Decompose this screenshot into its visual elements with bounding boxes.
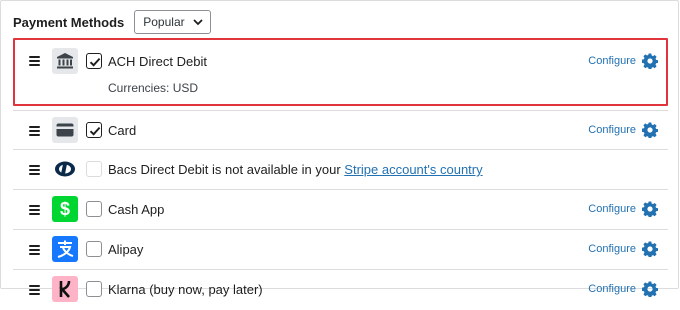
gear-icon (642, 281, 658, 297)
configure-label: Configure (588, 203, 636, 215)
drag-handle-icon[interactable] (29, 165, 40, 175)
chevron-down-icon (192, 19, 203, 26)
payment-method-row-card: Card Configure (13, 110, 668, 150)
drag-handle-icon[interactable] (29, 205, 40, 215)
klarna-configure-button[interactable]: Configure (588, 281, 658, 297)
cash-app-icon: $ (52, 196, 78, 222)
svg-text:$: $ (60, 199, 70, 219)
alipay-configure-button[interactable]: Configure (588, 241, 658, 257)
gear-icon (642, 122, 658, 138)
payment-method-row-cash-app: $ Cash App Configure (13, 190, 668, 230)
card-configure-button[interactable]: Configure (588, 122, 658, 138)
payment-method-row-alipay: Alipay Configure (13, 230, 668, 270)
configure-label: Configure (588, 283, 636, 295)
klarna-checkbox[interactable] (86, 281, 102, 297)
gear-icon (642, 53, 658, 69)
configure-label: Configure (588, 55, 636, 67)
card-icon (52, 117, 78, 143)
bacs-checkbox[interactable] (86, 161, 102, 177)
stripe-country-link[interactable]: Stripe account's country (344, 162, 482, 177)
filter-select-value: Popular (143, 15, 185, 29)
bacs-unavailable-text: Bacs Direct Debit is not available in yo… (108, 162, 341, 177)
payment-methods-header: Payment Methods Popular (13, 9, 211, 35)
gear-icon (642, 241, 658, 257)
alipay-checkbox[interactable] (86, 241, 102, 257)
bacs-icon (52, 156, 78, 182)
alipay-label: Alipay (108, 242, 144, 257)
bacs-label: Bacs Direct Debit is not available in yo… (108, 162, 483, 177)
ach-checkbox[interactable] (86, 53, 102, 69)
gear-icon (642, 201, 658, 217)
card-checkbox[interactable] (86, 122, 102, 138)
filter-select[interactable]: Popular (134, 10, 211, 34)
checkmark-icon (89, 126, 101, 136)
configure-label: Configure (588, 243, 636, 255)
payment-methods-list: ACH Direct Debit Currencies: USD Configu… (13, 38, 668, 310)
card-label: Card (108, 123, 137, 138)
ach-currencies: Currencies: USD (108, 81, 199, 95)
page-title: Payment Methods (13, 14, 125, 30)
cash-app-label: Cash App (108, 202, 165, 217)
drag-handle-icon[interactable] (29, 245, 40, 255)
bank-icon (52, 48, 78, 74)
cash-app-configure-button[interactable]: Configure (588, 201, 658, 217)
checkmark-icon (89, 57, 101, 67)
klarna-icon (52, 276, 78, 302)
payment-method-row-bacs: Bacs Direct Debit is not available in yo… (13, 150, 668, 190)
drag-handle-icon[interactable] (29, 285, 40, 295)
highlight-outline (13, 38, 668, 106)
alipay-icon (52, 236, 78, 262)
ach-configure-button[interactable]: Configure (588, 53, 658, 69)
drag-handle-icon[interactable] (29, 126, 40, 136)
cash-app-checkbox[interactable] (86, 201, 102, 217)
payment-method-row-klarna: Klarna (buy now, pay later) Configure (13, 270, 668, 310)
ach-label: ACH Direct Debit (108, 54, 207, 69)
payment-method-row-ach: ACH Direct Debit Currencies: USD Configu… (13, 38, 668, 106)
configure-label: Configure (588, 124, 636, 136)
drag-handle-icon[interactable] (29, 56, 40, 66)
